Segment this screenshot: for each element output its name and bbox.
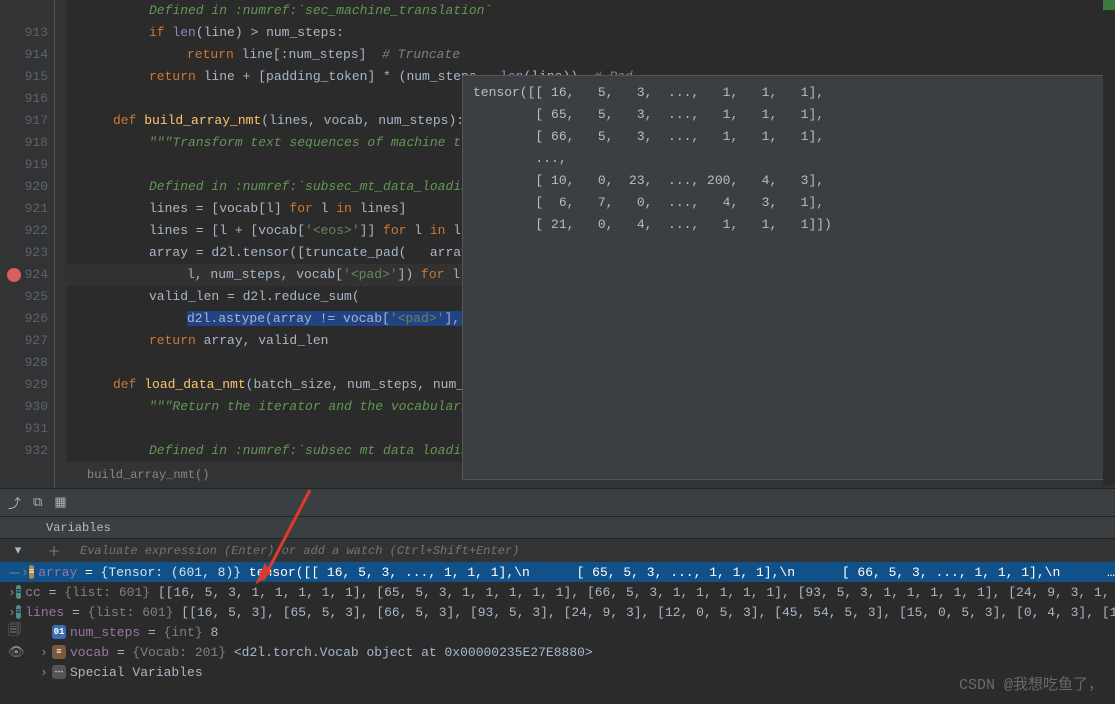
breakpoint-icon[interactable]	[7, 268, 21, 282]
debug-toolbar: ⤴ ⧉ ▦	[0, 488, 1115, 516]
evaluate-input[interactable]	[72, 541, 1115, 561]
evaluate-popup: tensor([[ 16, 5, 3, ..., 1, 1, 1], [ 65,…	[462, 75, 1115, 480]
var-lines[interactable]: › ≡ lines = {list: 601} [[16, 5, 3], [65…	[0, 602, 1115, 622]
filter-icon[interactable]: ⧉	[33, 495, 42, 510]
var-num-steps[interactable]: 🗐 01 num_steps = {int} 8	[0, 622, 1115, 642]
var-array[interactable]: － › ≡ array = {Tensor: (601, 8)} tensor(…	[0, 562, 1115, 582]
copy-icon[interactable]: 🗐	[8, 622, 40, 642]
var-special[interactable]: › ⋯ Special Variables	[0, 662, 1115, 682]
code-area[interactable]: Defined in :numref:`sec_machine_translat…	[67, 0, 1115, 488]
calculator-icon[interactable]: ▦	[54, 495, 66, 510]
var-cc[interactable]: › ≡ cc = {list: 601} [[16, 5, 3, 1, 1, 1…	[0, 582, 1115, 602]
var-vocab[interactable]: 👁› ≡ vocab = {Vocab: 201} <d2l.torch.Voc…	[0, 642, 1115, 662]
watermark: CSDN @我想吃鱼了，	[959, 673, 1103, 694]
collapse-icon[interactable]: ▾	[0, 543, 36, 558]
restore-layout-icon[interactable]: ⤴	[8, 493, 21, 512]
variables-panel: － › ≡ array = {Tensor: (601, 8)} tensor(…	[0, 562, 1115, 704]
watch-row: ▾ ＋	[0, 538, 1115, 562]
editor-pane: 913914915916 917918919920 921922923 924 …	[0, 0, 1115, 488]
editor-scrollbar[interactable]	[1103, 0, 1115, 485]
variables-tab[interactable]: Variables	[0, 516, 1115, 538]
line-number-gutter: 913914915916 917918919920 921922923 924 …	[0, 0, 55, 488]
fold-column	[55, 0, 67, 488]
show-icon[interactable]: 👁	[8, 645, 40, 660]
add-watch-button[interactable]: ＋	[36, 541, 72, 560]
